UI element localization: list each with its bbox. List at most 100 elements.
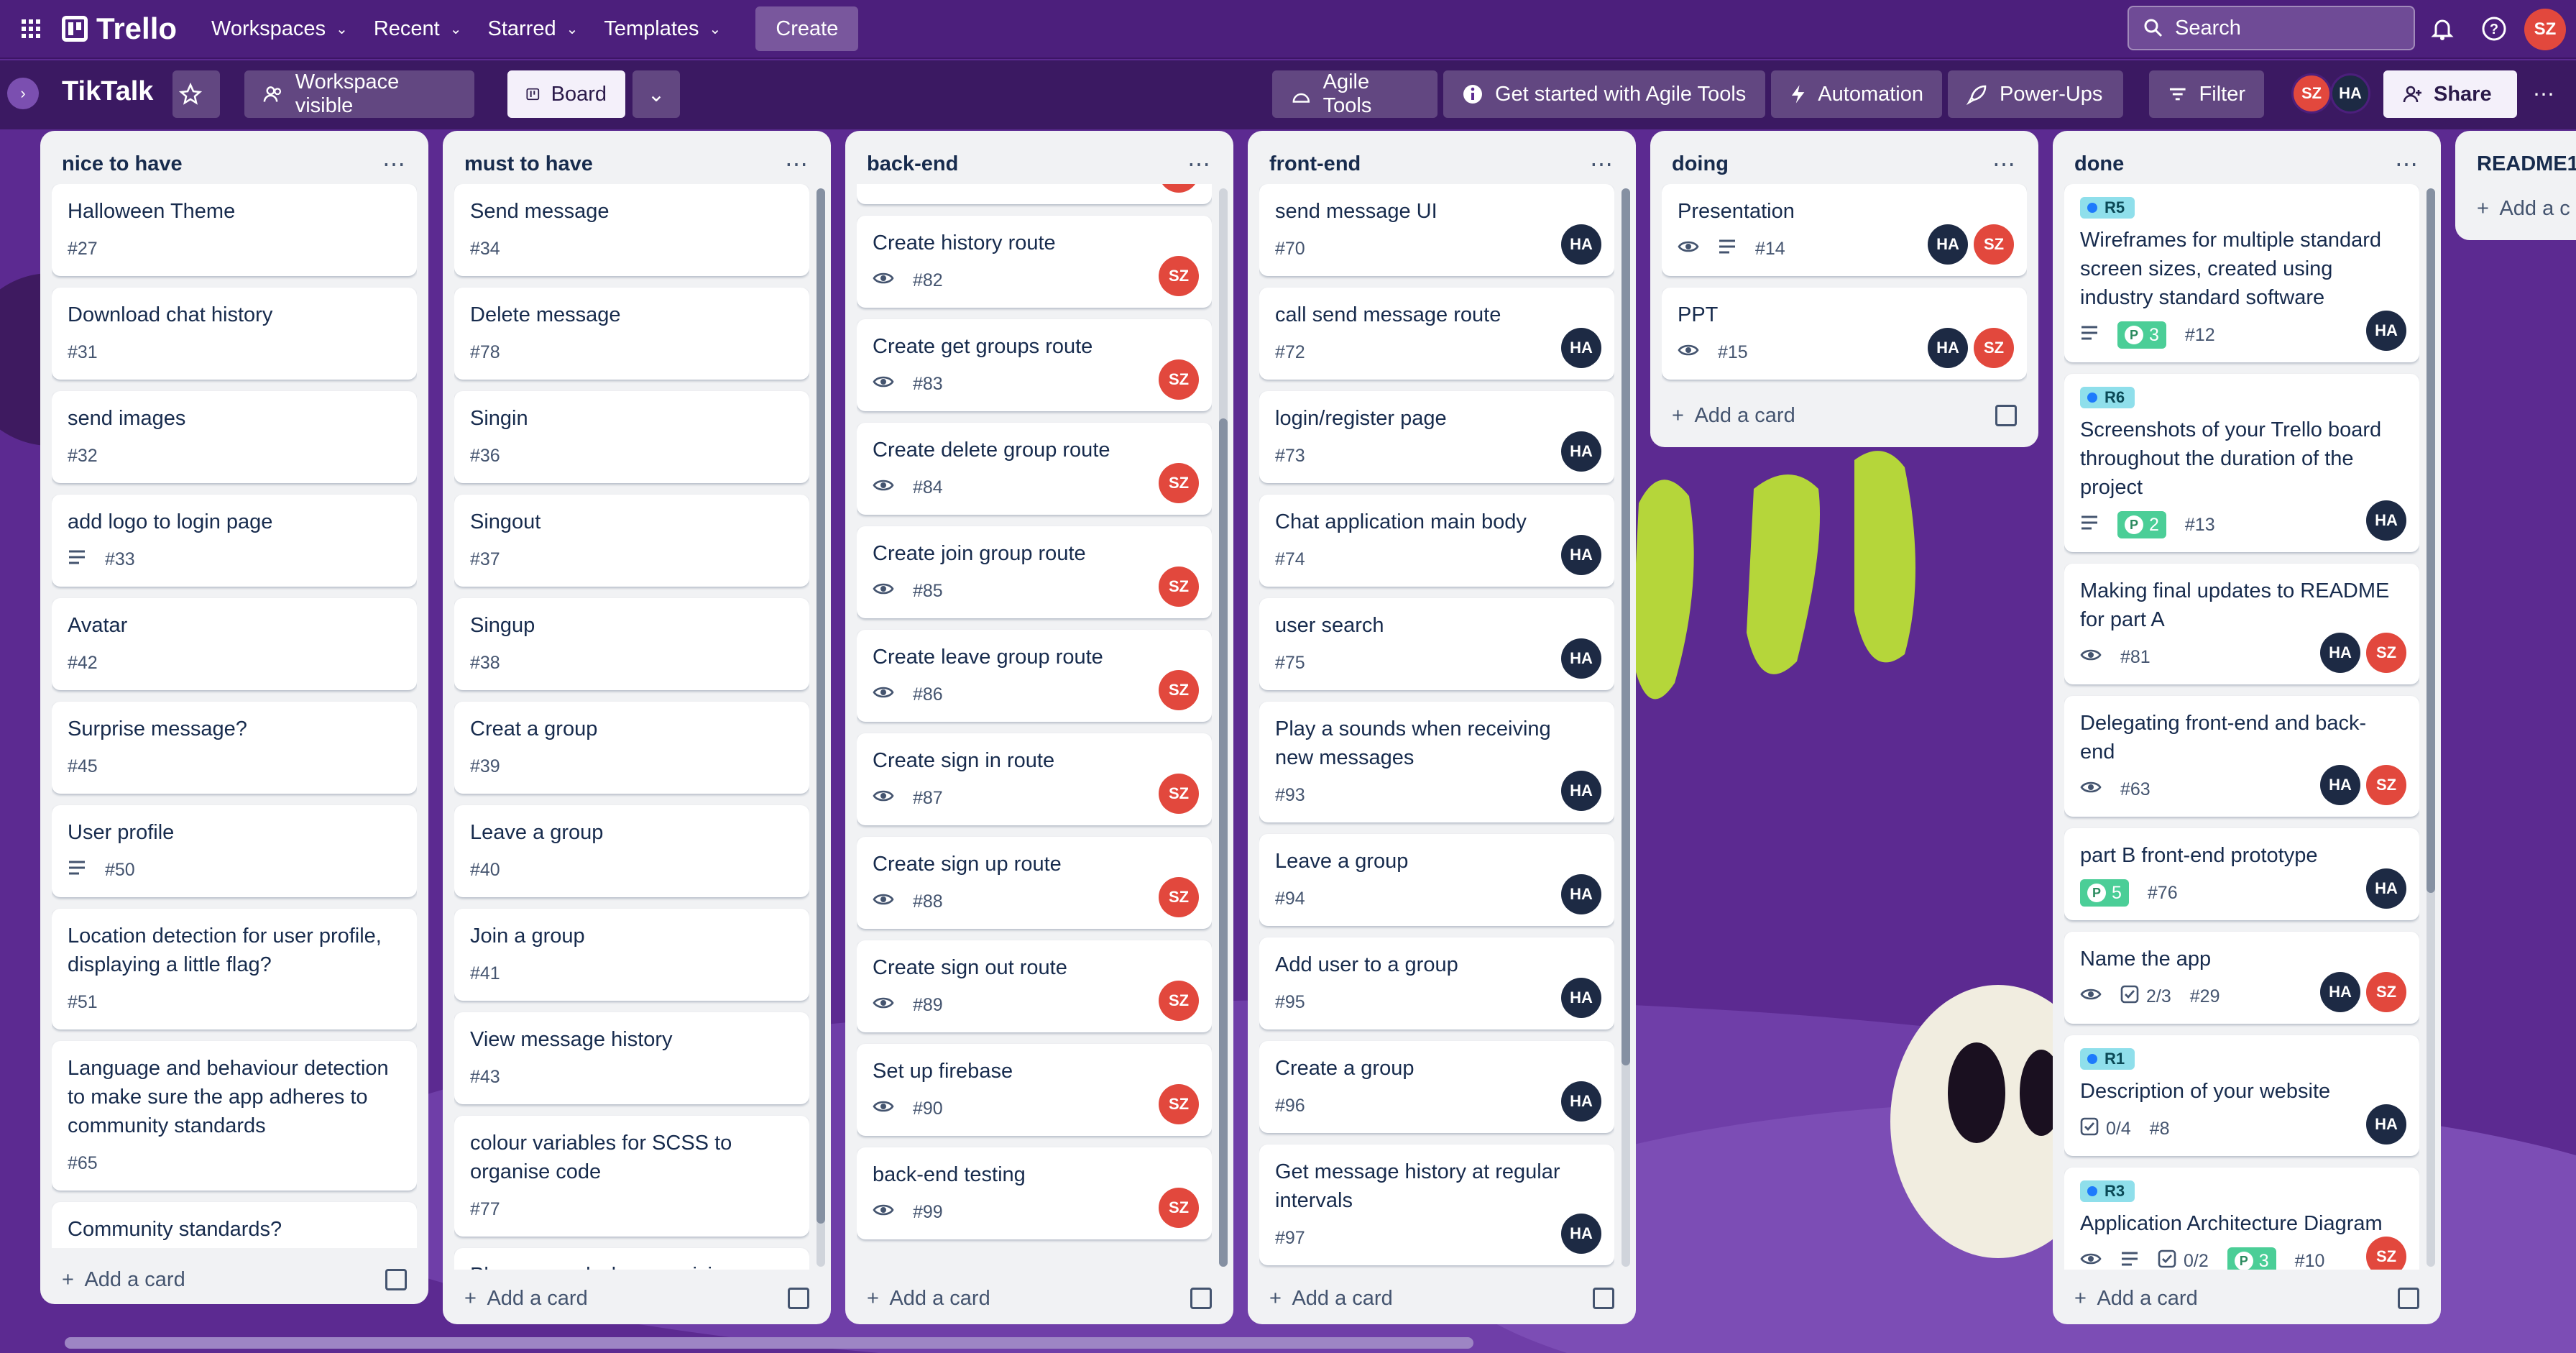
card[interactable]: PPT #15 HA SZ xyxy=(1662,288,2027,380)
member-avatar[interactable]: SZ xyxy=(1159,1188,1199,1228)
list-title[interactable]: front-end xyxy=(1269,152,1361,176)
card[interactable]: Halloween Theme #27 xyxy=(52,184,417,276)
member-avatar[interactable]: HA xyxy=(1561,535,1601,575)
list-scrollbar-thumb[interactable] xyxy=(1219,418,1228,1267)
member-avatar[interactable]: SZ xyxy=(1159,774,1199,814)
card[interactable]: Leave a group #94 HA xyxy=(1259,834,1614,926)
card[interactable]: Delegating front-end and back-end #63 HA SZ xyxy=(2064,696,2419,817)
workspaces-menu[interactable]: Workspaces ⌄ xyxy=(198,6,361,51)
list-menu-icon[interactable]: ⋯ xyxy=(382,150,407,178)
member-avatar[interactable]: HA xyxy=(2320,633,2360,673)
member-avatar[interactable]: SZ xyxy=(2291,73,2332,114)
visibility-button[interactable]: Workspace visible xyxy=(244,70,474,118)
board-horizontal-scrollbar[interactable] xyxy=(65,1337,1473,1349)
card[interactable]: Community standards?#66 xyxy=(52,1202,417,1248)
agile-tools-button[interactable]: Agile Tools xyxy=(1272,70,1438,118)
member-avatar[interactable]: HA xyxy=(1561,874,1601,914)
create-button[interactable]: Create xyxy=(755,6,859,51)
card[interactable]: Download chat history #31 xyxy=(52,288,417,380)
card[interactable]: R1 Description of your website 0/4 #8 HA xyxy=(2064,1035,2419,1156)
member-avatar[interactable]: SZ xyxy=(2366,972,2406,1012)
card[interactable]: Location detection for user profile, dis… xyxy=(52,909,417,1029)
list-title[interactable]: must to have xyxy=(464,152,593,176)
card-template-icon[interactable] xyxy=(385,1269,407,1290)
card-template-icon[interactable] xyxy=(2398,1288,2419,1309)
card-template-icon[interactable] xyxy=(788,1288,809,1309)
list-menu-icon[interactable]: ⋯ xyxy=(1590,150,1614,178)
card[interactable]: Join a group #41 xyxy=(454,909,809,1001)
card[interactable]: Create a group #96 HA xyxy=(1259,1041,1614,1133)
member-avatar[interactable]: SZ xyxy=(1159,256,1199,296)
list-menu-icon[interactable]: ⋯ xyxy=(785,150,809,178)
card[interactable]: login/register page #73 HA xyxy=(1259,391,1614,483)
member-avatar[interactable]: SZ xyxy=(1974,328,2014,368)
member-avatar[interactable]: HA xyxy=(1561,638,1601,679)
member-avatar[interactable]: SZ xyxy=(1159,981,1199,1021)
user-avatar[interactable]: SZ xyxy=(2524,9,2566,50)
trello-logo[interactable]: Trello xyxy=(47,12,198,46)
card-label[interactable]: R5 xyxy=(2080,197,2135,219)
card[interactable]: Play a sound when receiving new messages xyxy=(454,1248,809,1270)
card[interactable]: Name the app 2/3 #29 HA SZ xyxy=(2064,932,2419,1024)
search-input[interactable]: Search xyxy=(2128,6,2415,50)
list-title[interactable]: back-end xyxy=(867,152,958,176)
card[interactable]: Create history route #82 SZ xyxy=(857,216,1212,308)
member-avatar[interactable]: HA xyxy=(2366,311,2406,351)
member-avatar[interactable]: SZ xyxy=(2366,633,2406,673)
card[interactable]: Create get groups route #83 SZ xyxy=(857,319,1212,411)
card[interactable]: Singup #38 xyxy=(454,598,809,690)
list-scrollbar[interactable] xyxy=(1219,188,1228,1267)
member-avatar[interactable]: SZ xyxy=(2366,765,2406,805)
card[interactable]: Leave a group #40 xyxy=(454,805,809,897)
card[interactable]: send images #32 xyxy=(52,391,417,483)
list-title[interactable]: doing xyxy=(1672,152,1729,176)
card[interactable]: Add user to a group #95 HA xyxy=(1259,937,1614,1029)
member-avatar[interactable]: SZ xyxy=(1159,463,1199,503)
member-avatar[interactable]: HA xyxy=(2366,868,2406,909)
member-avatar[interactable]: HA xyxy=(1928,224,1968,265)
card[interactable]: Create sign in route #87 SZ xyxy=(857,733,1212,825)
add-card-button[interactable]: + Add a card xyxy=(1672,404,1795,428)
card[interactable]: Create leave group route #86 SZ xyxy=(857,630,1212,722)
card-label[interactable]: R1 xyxy=(2080,1048,2135,1070)
card[interactable]: Send message #34 xyxy=(454,184,809,276)
list-menu-icon[interactable]: ⋯ xyxy=(2395,150,2419,178)
member-avatar[interactable]: SZ xyxy=(1159,877,1199,917)
card[interactable]: Singin #36 xyxy=(454,391,809,483)
list-scrollbar-thumb[interactable] xyxy=(816,188,825,1224)
add-card-button[interactable]: + Add a card xyxy=(2074,1287,2198,1311)
card-template-icon[interactable] xyxy=(1190,1288,1212,1309)
member-avatar[interactable]: HA xyxy=(2320,972,2360,1012)
card[interactable]: back-end testing #99 SZ xyxy=(857,1147,1212,1239)
get-started-agile-button[interactable]: Get started with Agile Tools xyxy=(1443,70,1765,118)
card[interactable]: Presentation #14 HA SZ xyxy=(1662,184,2027,276)
power-ups-button[interactable]: Power-Ups xyxy=(1948,70,2123,118)
list-title[interactable]: done xyxy=(2074,152,2124,176)
card[interactable]: View message history #43 xyxy=(454,1012,809,1104)
card-label[interactable]: R3 xyxy=(2080,1180,2135,1202)
member-avatar[interactable]: HA xyxy=(1561,978,1601,1018)
card[interactable]: Surprise message? #45 xyxy=(52,702,417,794)
card-label[interactable]: R6 xyxy=(2080,387,2135,408)
board-view-button[interactable]: Board xyxy=(507,70,625,118)
card[interactable]: Get message history at regular intervals… xyxy=(1259,1145,1614,1265)
card[interactable]: part B front-end prototype P 5 #76 HA xyxy=(2064,828,2419,920)
add-card-button[interactable]: + Add a card xyxy=(867,1287,990,1311)
board-menu-icon[interactable]: ⋯ xyxy=(2523,70,2566,118)
expand-sidebar-icon[interactable]: › xyxy=(7,78,39,109)
card[interactable]: Singout #37 xyxy=(454,495,809,587)
card[interactable]: Delete message #78 xyxy=(454,288,809,380)
member-avatar[interactable]: HA xyxy=(1561,771,1601,811)
member-avatar[interactable]: SZ xyxy=(1159,670,1199,710)
notifications-bell-icon[interactable] xyxy=(2426,13,2458,45)
templates-menu[interactable]: Templates ⌄ xyxy=(591,6,734,51)
card[interactable]: Chat application main body #74 HA xyxy=(1259,495,1614,587)
card[interactable]: Creat a group #39 xyxy=(454,702,809,794)
member-avatar[interactable]: HA xyxy=(2366,1104,2406,1145)
member-avatar[interactable]: HA xyxy=(1561,431,1601,472)
board-title[interactable]: TikTalk xyxy=(62,76,153,107)
star-board-icon[interactable] xyxy=(172,70,220,118)
member-avatar[interactable]: SZ xyxy=(1159,184,1199,193)
list-scrollbar[interactable] xyxy=(816,188,825,1267)
card[interactable]: colour variables for SCSS to organise co… xyxy=(454,1116,809,1237)
